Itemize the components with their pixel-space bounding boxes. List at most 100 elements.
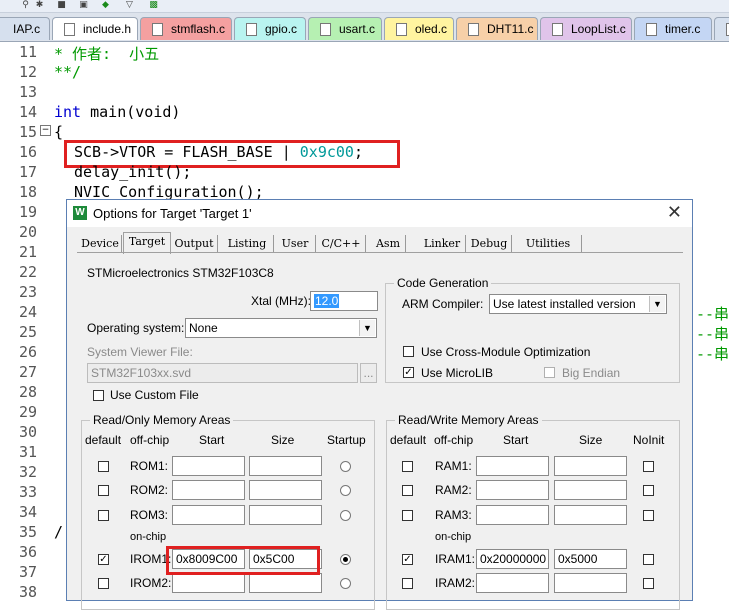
rom2-size-input[interactable] [249, 480, 322, 500]
options-icon[interactable]: ▽ [124, 0, 135, 10]
ram2-start-input[interactable] [476, 480, 549, 500]
code-line-35[interactable]: / [54, 523, 63, 541]
build-icon[interactable]: ■ [56, 0, 67, 10]
tab-label: stmflash.c [171, 22, 226, 36]
irom1-startup-radio[interactable] [340, 554, 351, 565]
tab-stmflash-c[interactable]: stmflash.c [140, 17, 232, 40]
ram2-label: RAM2: [435, 483, 472, 497]
tab-user[interactable]: User [275, 235, 316, 252]
arm-compiler-select[interactable]: Use latest installed version ▼ [489, 294, 667, 314]
rom1-startup-radio[interactable] [340, 461, 351, 472]
rom3-startup-radio[interactable] [340, 510, 351, 521]
code-line-15[interactable]: { [54, 123, 63, 141]
col-off-chip: off-chip [434, 433, 474, 447]
target-panel: STMicroelectronics STM32F103C8 Xtal (MHz… [77, 252, 683, 610]
code-line-14[interactable]: int main(void) [54, 103, 180, 121]
line-number: 31 [18, 443, 37, 461]
iram2-start-input[interactable] [476, 573, 549, 593]
file-icon [246, 23, 257, 36]
tab-utilities[interactable]: Utilities [515, 235, 582, 252]
ram3-default-checkbox[interactable] [402, 510, 413, 521]
line-number: 32 [18, 463, 37, 481]
xtal-label: Xtal (MHz): [251, 294, 311, 308]
rom1-default-checkbox[interactable] [98, 461, 109, 472]
ram2-default-checkbox[interactable] [402, 485, 413, 496]
iram1-default-checkbox[interactable]: ✓ [402, 554, 413, 565]
comment-fragment: --串 [696, 345, 729, 363]
tab-gpio-c[interactable]: gpio.c [234, 17, 306, 40]
iram1-size-input[interactable]: 0x5000 [554, 549, 627, 569]
manage-icon[interactable]: ▩ [148, 0, 159, 10]
iram1-start-input[interactable]: 0x20000000 [476, 549, 549, 569]
tab-looplist-c[interactable]: LoopList.c [540, 17, 632, 40]
iram2-size-input[interactable] [554, 573, 627, 593]
tab-overflow[interactable] [714, 17, 729, 40]
rom2-start-input[interactable] [172, 480, 245, 500]
rom2-startup-radio[interactable] [340, 485, 351, 496]
ram1-label: RAM1: [435, 459, 472, 473]
arm-compiler-value: Use latest installed version [493, 297, 636, 311]
col-startup: Startup [327, 433, 366, 447]
tab-linker[interactable]: Linker [419, 235, 466, 252]
keil-icon: W [73, 206, 87, 220]
irom2-start-input[interactable] [172, 573, 245, 593]
tab-timer-c[interactable]: timer.c [634, 17, 712, 40]
ram2-noinit-checkbox[interactable] [643, 485, 654, 496]
rom3-size-input[interactable] [249, 505, 322, 525]
options-dialog: W Options for Target 'Target 1' ✕ Device… [66, 199, 693, 610]
ram1-size-input[interactable] [554, 456, 627, 476]
tab-oled-c[interactable]: oled.c [384, 17, 454, 40]
dialog-titlebar[interactable]: W Options for Target 'Target 1' ✕ [67, 200, 692, 227]
tab-c-cpp[interactable]: C/C++ [317, 235, 366, 252]
rom3-default-checkbox[interactable] [98, 510, 109, 521]
irom1-default-checkbox[interactable]: ✓ [98, 554, 109, 565]
comment-fragment: --串 [696, 305, 729, 323]
iram2-default-checkbox[interactable] [402, 578, 413, 589]
ram1-start-input[interactable] [476, 456, 549, 476]
ram3-start-input[interactable] [476, 505, 549, 525]
ram2-size-input[interactable] [554, 480, 627, 500]
tab-include-h[interactable]: include.h [52, 17, 138, 40]
tab-device[interactable]: Device [79, 235, 122, 252]
code-line-17[interactable]: delay_init(); [74, 163, 191, 181]
tab-target[interactable]: Target [123, 232, 171, 254]
microlib-checkbox[interactable]: ✓ [403, 367, 414, 378]
target-icon[interactable]: ✱ [34, 0, 45, 10]
ram3-noinit-checkbox[interactable] [643, 510, 654, 521]
cross-module-checkbox[interactable] [403, 346, 414, 357]
pin-icon[interactable]: ⚲ [20, 0, 31, 10]
iram1-noinit-checkbox[interactable] [643, 554, 654, 565]
os-select[interactable]: None ▼ [185, 318, 377, 338]
tab-debug[interactable]: Debug [467, 235, 512, 252]
tab-iap-c[interactable]: IAP.c [0, 17, 50, 40]
svf-browse-button[interactable]: ... [360, 363, 377, 383]
code-line-12[interactable]: **/ [54, 63, 81, 81]
rom1-size-input[interactable] [249, 456, 322, 476]
rom3-start-input[interactable] [172, 505, 245, 525]
tab-asm[interactable]: Asm [371, 235, 406, 252]
close-icon[interactable]: ✕ [667, 202, 682, 223]
rom1-start-input[interactable] [172, 456, 245, 476]
code-line-11[interactable]: * 作者: 小五 [54, 43, 159, 64]
col-noinit: NoInit [633, 433, 665, 447]
tab-usart-c[interactable]: usart.c [308, 17, 382, 40]
tab-output[interactable]: Output [171, 235, 218, 252]
svf-input[interactable]: STM32F103xx.svd [87, 363, 358, 383]
download-icon[interactable]: ◆ [100, 0, 111, 10]
tab-listing[interactable]: Listing [221, 235, 274, 252]
ram1-noinit-checkbox[interactable] [643, 461, 654, 472]
irom2-default-checkbox[interactable] [98, 578, 109, 589]
iram2-noinit-checkbox[interactable] [643, 578, 654, 589]
xtal-input[interactable]: 12.0 [310, 291, 378, 311]
fold-icon[interactable]: − [40, 125, 51, 136]
rebuild-icon[interactable]: ▣ [78, 0, 89, 10]
ram3-size-input[interactable] [554, 505, 627, 525]
ram1-default-checkbox[interactable] [402, 461, 413, 472]
file-icon [396, 23, 407, 36]
irom2-startup-radio[interactable] [340, 578, 351, 589]
tab-dht11-c[interactable]: DHT11.c [456, 17, 538, 40]
big-endian-checkbox[interactable] [544, 367, 555, 378]
use-custom-file-checkbox[interactable] [93, 390, 104, 401]
rom2-default-checkbox[interactable] [98, 485, 109, 496]
irom2-size-input[interactable] [249, 573, 322, 593]
